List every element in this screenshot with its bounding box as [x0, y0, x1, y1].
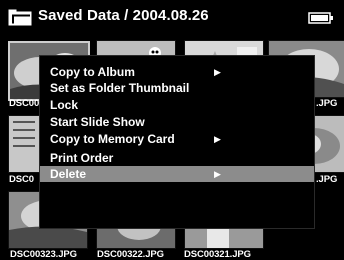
- menu-item-label: Copy to Memory Card: [50, 132, 175, 146]
- thumbnail-caption: DSC00323.JPG: [10, 249, 77, 260]
- thumbnail-caption: .JPG: [316, 98, 338, 109]
- folder-icon: [8, 9, 32, 26]
- menu-item-lock[interactable]: Lock: [40, 97, 314, 113]
- submenu-arrow-icon: ▶: [214, 67, 221, 77]
- title-bar: Saved Data / 2004.08.26: [0, 0, 344, 34]
- battery-icon: [308, 12, 333, 24]
- menu-item-label: Delete: [50, 167, 87, 181]
- menu-item-start-slide-show[interactable]: Start Slide Show: [40, 114, 314, 130]
- context-menu: Copy to Album ▶ Set as Folder Thumbnail …: [39, 55, 315, 229]
- menu-item-copy-to-memory-card[interactable]: Copy to Memory Card ▶: [40, 131, 314, 147]
- thumbnail-caption: .JPG: [316, 174, 338, 185]
- submenu-arrow-icon: ▶: [214, 134, 221, 144]
- menu-item-label: Print Order: [50, 151, 114, 165]
- menu-item-label: Lock: [50, 98, 79, 112]
- page-title: Saved Data / 2004.08.26: [38, 7, 209, 24]
- menu-item-print-order[interactable]: Print Order: [40, 150, 314, 166]
- submenu-arrow-icon: ▶: [214, 169, 221, 179]
- menu-item-label: Set as Folder Thumbnail: [50, 81, 190, 95]
- menu-item-label: Copy to Album: [50, 65, 135, 79]
- menu-item-copy-to-album[interactable]: Copy to Album ▶: [40, 64, 314, 80]
- thumbnail-caption: DSC0: [9, 174, 34, 185]
- thumbnail-caption: DSC00322.JPG: [97, 249, 164, 260]
- menu-item-delete[interactable]: Delete ▶: [40, 166, 314, 182]
- thumbnail-caption: DSC00321.JPG: [184, 249, 251, 260]
- menu-item-label: Start Slide Show: [50, 115, 145, 129]
- menu-item-set-as-folder-thumbnail[interactable]: Set as Folder Thumbnail: [40, 80, 314, 96]
- thumbnail-caption: DSC00: [9, 98, 40, 109]
